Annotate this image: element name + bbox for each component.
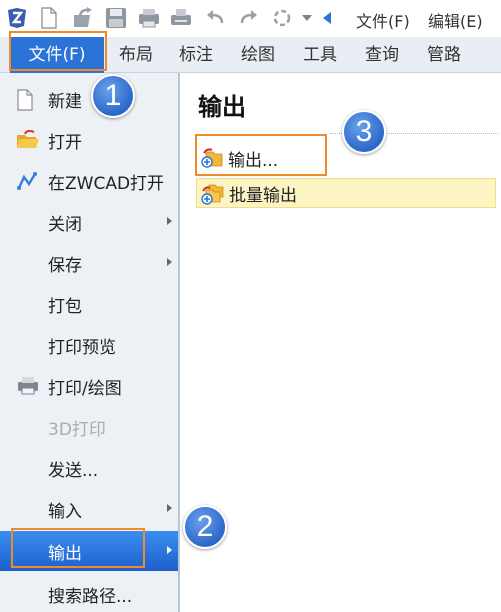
open-folder-icon [16, 129, 39, 150]
tab-layout[interactable]: 布局 [108, 37, 164, 73]
tab-inquiry[interactable]: 查询 [354, 37, 410, 73]
submenu-arrow-icon [167, 258, 172, 266]
menu-item-pack[interactable]: 打包 [0, 284, 178, 324]
pane-title: 输出 [198, 93, 246, 121]
plot-icon[interactable] [168, 6, 194, 30]
app-logo-icon[interactable] [4, 6, 30, 30]
highlight-box-export-menu [11, 528, 145, 568]
submenu-arrow-icon [167, 217, 172, 225]
menu-item-label: 搜索路径... [48, 586, 133, 607]
batch-export-icon [201, 183, 225, 205]
menu-item-open[interactable]: 打开 [0, 120, 178, 160]
highlight-box-file-tab [9, 31, 107, 71]
menu-item-close[interactable]: 关闭 [0, 202, 178, 242]
print-icon[interactable] [136, 6, 162, 30]
step-badge-1: 1 [91, 74, 135, 118]
menu-item-print-preview[interactable]: 打印预览 [0, 325, 178, 365]
open-icon[interactable] [72, 6, 96, 30]
menu-item-search-path[interactable]: 搜索路径... [0, 574, 178, 612]
menu-item-label: 保存 [48, 255, 82, 276]
menu-item-label: 新建 [48, 91, 82, 112]
menu-item-send[interactable]: 发送... [0, 448, 178, 488]
menu-item-label: 打包 [48, 296, 82, 317]
menu-item-3d-print: 3D打印 [0, 407, 178, 447]
workspace-icon[interactable] [270, 6, 294, 30]
menu-file[interactable]: 文件(F) [356, 8, 410, 32]
menu-item-open-in-zwcad[interactable]: 在ZWCAD打开 [0, 161, 178, 201]
menu-item-print-plot[interactable]: 打印/绘图 [0, 366, 178, 406]
submenu-arrow-icon [167, 546, 172, 554]
menu-item-label: 发送... [48, 460, 99, 481]
menu-item-label: 在ZWCAD打开 [48, 173, 165, 194]
menu-item-new[interactable]: 新建 [0, 79, 178, 119]
tab-piping[interactable]: 管路 [416, 37, 472, 73]
printer-icon [16, 376, 38, 396]
menu-item-save[interactable]: 保存 [0, 243, 178, 283]
submenu-arrow-icon [167, 504, 172, 512]
menu-edit[interactable]: 编辑(E) [428, 8, 483, 32]
menu-item-label: 输入 [48, 501, 82, 522]
new-document-icon [16, 89, 38, 111]
dropdown-icon[interactable] [300, 6, 314, 30]
highlight-box-export-item [195, 134, 327, 176]
batch-export-label: 批量输出 [229, 185, 297, 206]
tab-dimension[interactable]: 标注 [168, 37, 224, 73]
menu-item-label: 打印/绘图 [48, 378, 122, 399]
tab-tools[interactable]: 工具 [292, 37, 348, 73]
zwcad-icon [16, 171, 38, 191]
menu-item-import[interactable]: 输入 [0, 489, 178, 529]
tab-draw[interactable]: 绘图 [230, 37, 286, 73]
batch-export-item[interactable]: 批量输出 [196, 178, 496, 208]
back-arrow-icon[interactable] [320, 6, 334, 30]
menu-item-label: 关闭 [48, 214, 82, 235]
step-badge-2: 2 [183, 505, 227, 549]
menu-item-label: 打印预览 [48, 337, 116, 358]
menu-item-label: 3D打印 [48, 419, 106, 440]
undo-icon[interactable] [204, 6, 226, 30]
new-file-icon[interactable] [38, 6, 60, 30]
save-icon[interactable] [104, 6, 128, 30]
step-badge-3: 3 [342, 110, 386, 154]
menu-item-label: 打开 [48, 132, 82, 153]
redo-icon[interactable] [238, 6, 260, 30]
